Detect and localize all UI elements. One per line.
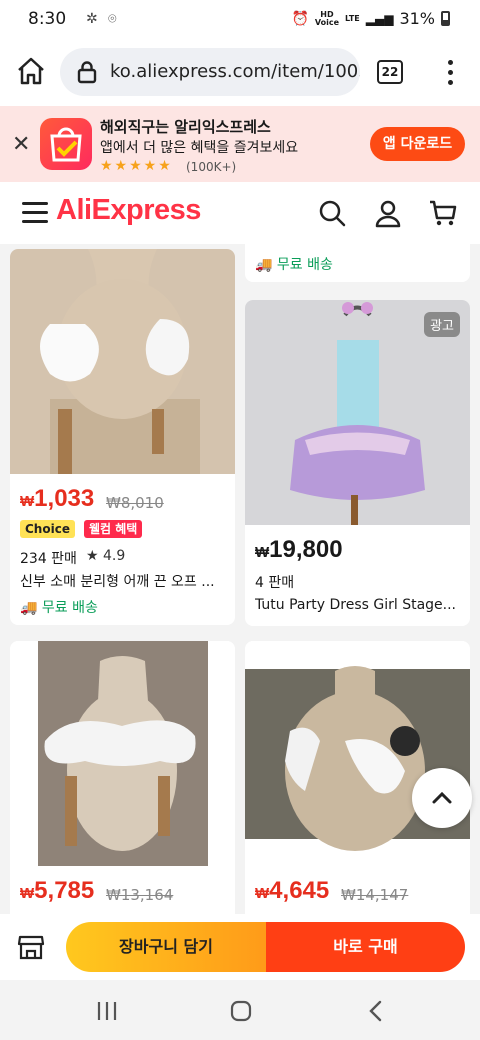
product-price: ₩19,800: [255, 536, 343, 563]
banner-title: 해외직구는 알리익스프레스: [100, 118, 271, 136]
home-button-icon[interactable]: [229, 999, 253, 1023]
url-text[interactable]: ko.aliexpress.com/item/1005: [110, 61, 360, 82]
purchase-bar: 장바구니 담기 바로 구매: [0, 914, 480, 980]
original-price: ₩8,010: [106, 494, 164, 512]
product-card[interactable]: 광고 ₩19,800 4 판매 Tutu Party Dress Girl St…: [245, 300, 470, 626]
system-nav-bar: [0, 980, 480, 1040]
original-price: ₩13,164: [106, 886, 174, 904]
hd-voice-icon: HD Voice: [314, 9, 340, 27]
alarm-icon: ⏰: [291, 10, 309, 27]
product-title[interactable]: Tutu Party Dress Girl Stage...: [255, 597, 460, 613]
original-price: ₩14,147: [341, 886, 409, 904]
store-icon[interactable]: [17, 933, 45, 961]
welcome-deal-badge: 웰컴 혜택: [84, 520, 143, 538]
product-price: ₩4,645: [255, 877, 330, 904]
rating-count: (100K+): [186, 160, 237, 174]
banner-subtitle: 앱에서 더 많은 혜택을 즐겨보세요: [100, 140, 299, 156]
status-right: ⏰ HD Voice LTE ▂▄▆ 31%: [291, 9, 450, 28]
lock-icon: [77, 61, 97, 84]
back-icon[interactable]: [366, 999, 386, 1023]
sold-count: 4 판매: [255, 575, 295, 591]
sold-count: 234 판매: [20, 551, 77, 567]
close-icon[interactable]: ✕: [12, 132, 30, 157]
lte-icon: LTE: [345, 13, 360, 23]
status-bar: 8:30 ✲ ⌾ ⏰ HD Voice LTE ▂▄▆ 31%: [0, 0, 480, 40]
tab-switcher-button[interactable]: 22: [377, 60, 403, 84]
address-bar[interactable]: ko.aliexpress.com/item/1005: [60, 48, 360, 96]
product-image[interactable]: [10, 249, 235, 474]
site-header: AliExpress: [0, 182, 480, 244]
status-notification-icons: ✲ ⌾: [86, 11, 120, 27]
product-card[interactable]: ₩1,033 ₩8,010 Choice 웰컴 혜택 234 판매 ★ 4.9 …: [10, 249, 235, 625]
truck-icon: 🚚: [255, 257, 273, 273]
product-image[interactable]: [10, 641, 235, 866]
signal-icon: ▂▄▆: [365, 11, 394, 26]
product-image[interactable]: [245, 641, 470, 866]
rating-stars: ★★★★★: [100, 158, 173, 174]
product-rating: ★ 4.9: [86, 548, 126, 564]
home-icon[interactable]: [16, 56, 46, 86]
chevron-up-icon: [432, 791, 452, 804]
choice-badge: Choice: [20, 520, 75, 538]
app-download-button[interactable]: 앱 다운로드: [370, 127, 465, 161]
free-shipping-label: 🚚 무료 배송: [255, 257, 333, 273]
account-icon[interactable]: [373, 198, 403, 228]
product-title[interactable]: 신부 소매 분리형 어깨 끈 오프 ...: [20, 571, 225, 591]
search-icon[interactable]: [317, 198, 347, 228]
battery-label: 31%: [399, 9, 435, 28]
product-price: ₩5,785: [20, 877, 95, 904]
buy-now-button[interactable]: 바로 구매: [266, 922, 465, 972]
browser-toolbar: ko.aliexpress.com/item/1005 22: [0, 40, 480, 106]
aliexpress-logo[interactable]: AliExpress: [56, 194, 201, 227]
ad-label: 광고: [424, 312, 460, 337]
menu-icon[interactable]: [22, 202, 48, 224]
more-options-icon[interactable]: [440, 58, 460, 86]
status-time: 8:30: [28, 9, 67, 29]
truck-icon: 🚚: [20, 600, 38, 616]
scroll-to-top-button[interactable]: [412, 768, 472, 828]
add-to-cart-button[interactable]: 장바구니 담기: [66, 922, 266, 972]
recent-apps-icon[interactable]: [95, 1000, 119, 1022]
product-card[interactable]: ₩5,785 ₩13,164: [10, 641, 235, 914]
product-price: ₩1,033: [20, 485, 95, 512]
aliexpress-app-icon: [40, 118, 92, 170]
cart-icon[interactable]: [428, 198, 458, 228]
product-card[interactable]: 🚚 무료 배송: [245, 244, 470, 282]
free-shipping-label: 🚚 무료 배송: [20, 600, 98, 616]
battery-icon: [441, 11, 450, 26]
app-download-banner: ✕ 해외직구는 알리익스프레스 앱에서 더 많은 혜택을 즐겨보세요 ★★★★★…: [0, 106, 480, 182]
